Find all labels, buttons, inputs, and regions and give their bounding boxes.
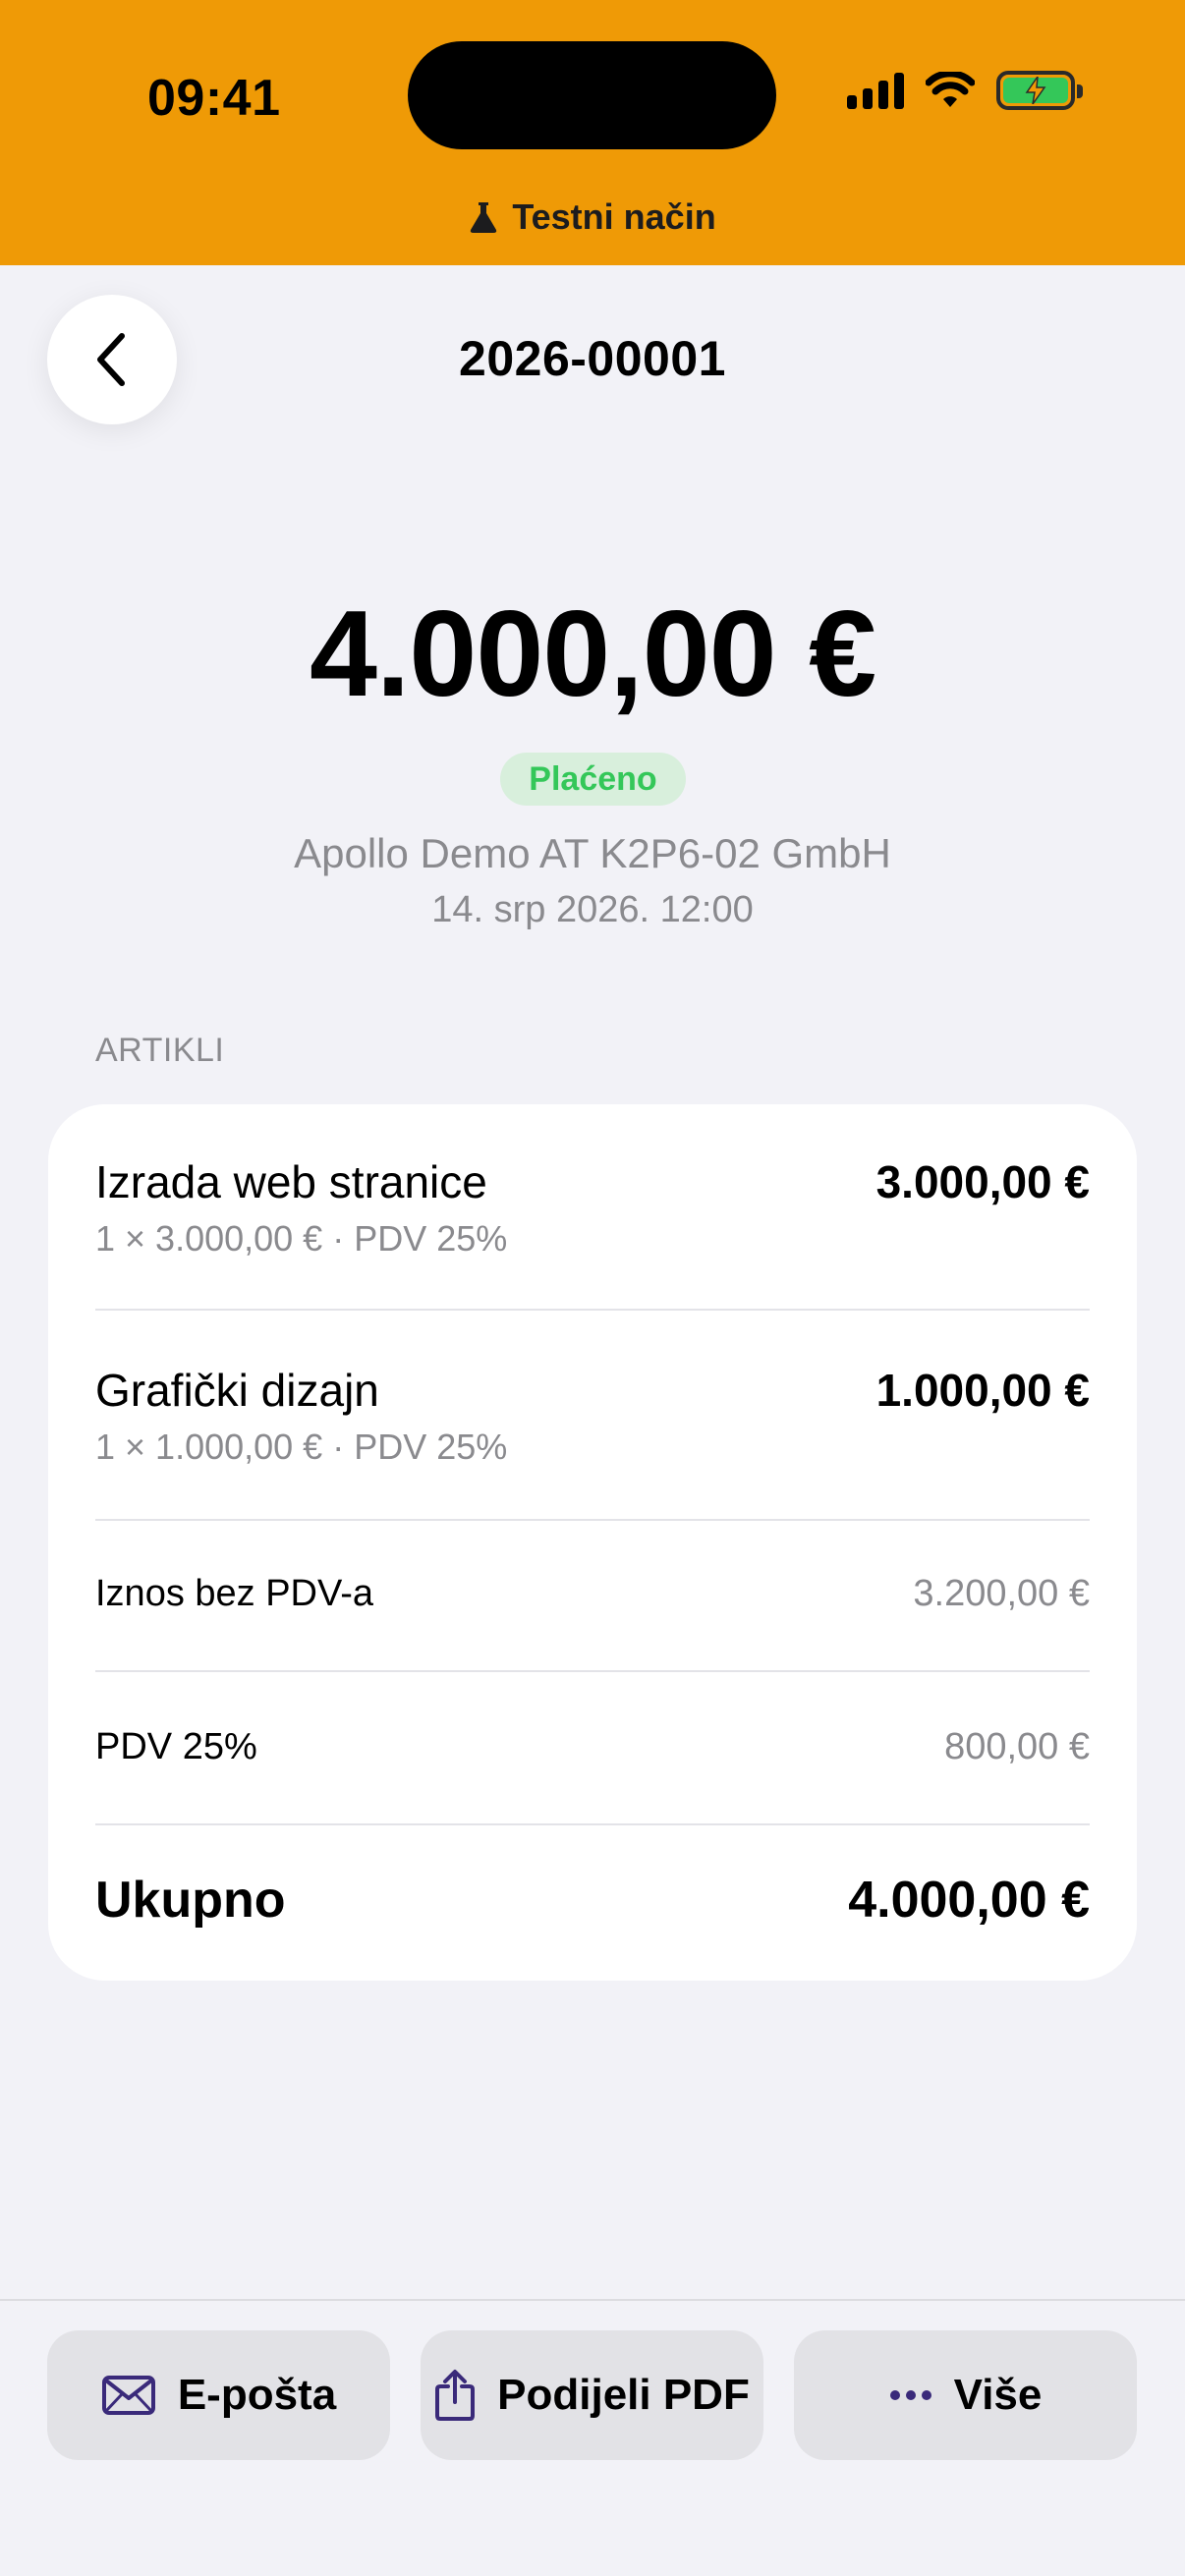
status-badge: Plaćeno (500, 753, 686, 806)
total-value: 4.000,00 € (848, 1872, 1090, 1929)
share-pdf-button[interactable]: Podijeli PDF (421, 2330, 763, 2460)
line-item-detail: 1 × 3.000,00 € · PDV 25% (95, 1218, 508, 1259)
customer-name: Apollo Demo AT K2P6-02 GmbH (294, 830, 891, 876)
section-label-items: ARTIKLI (95, 1032, 225, 1069)
line-item-amount: 3.000,00 € (875, 1156, 1090, 1207)
net-amount-row: Iznos bez PDV-a 3.200,00 € (95, 1544, 1090, 1643)
net-amount-label: Iznos bez PDV-a (95, 1572, 374, 1614)
email-button[interactable]: E-pošta (47, 2330, 390, 2460)
wifi-icon (926, 72, 975, 107)
cellular-signal-icon (847, 72, 904, 109)
test-mode-indicator: Testni način (0, 196, 1185, 238)
line-item-detail: 1 × 1.000,00 € · PDV 25% (95, 1427, 508, 1467)
dynamic-island (408, 41, 776, 149)
vat-label: PDV 25% (95, 1725, 257, 1767)
bottom-action-bar: E-pošta Podijeli PDF Više (0, 2299, 1185, 2576)
test-mode-banner: 09:41 Testni način (0, 0, 1185, 265)
divider (95, 1823, 1090, 1825)
more-button[interactable]: Više (794, 2330, 1137, 2460)
net-amount-value: 3.200,00 € (913, 1572, 1090, 1614)
envelope-icon (101, 2376, 155, 2415)
vat-value: 800,00 € (944, 1725, 1090, 1767)
page-title: 2026-00001 (459, 331, 726, 386)
battery-charging-icon (996, 71, 1083, 110)
share-icon (435, 2370, 476, 2421)
total-label: Ukupno (95, 1872, 286, 1929)
vat-row: PDV 25% 800,00 € (95, 1698, 1090, 1796)
status-icons (847, 71, 1083, 110)
divider (95, 1670, 1090, 1672)
share-pdf-button-label: Podijeli PDF (497, 2371, 750, 2419)
items-card: Izrada web stranice 1 × 3.000,00 € · PDV… (48, 1104, 1137, 1981)
line-item: Grafički dizajn 1 × 1.000,00 € · PDV 25%… (95, 1364, 1090, 1468)
ellipsis-icon (889, 2390, 931, 2400)
invoice-amount: 4.000,00 € (309, 587, 876, 722)
status-time: 09:41 (147, 70, 281, 127)
line-item-amount: 1.000,00 € (875, 1365, 1090, 1416)
more-button-label: Više (953, 2371, 1043, 2419)
divider (95, 1519, 1090, 1521)
screen: 09:41 Testni način 2026-00001 4.000,00 €… (0, 0, 1185, 2576)
test-mode-label: Testni način (512, 196, 716, 237)
invoice-datetime: 14. srp 2026. 12:00 (431, 889, 754, 930)
total-row: Ukupno 4.000,00 € (95, 1851, 1090, 1949)
email-button-label: E-pošta (177, 2371, 337, 2419)
divider (95, 1309, 1090, 1311)
line-item: Izrada web stranice 1 × 3.000,00 € · PDV… (95, 1155, 1090, 1260)
flask-icon (471, 202, 497, 233)
